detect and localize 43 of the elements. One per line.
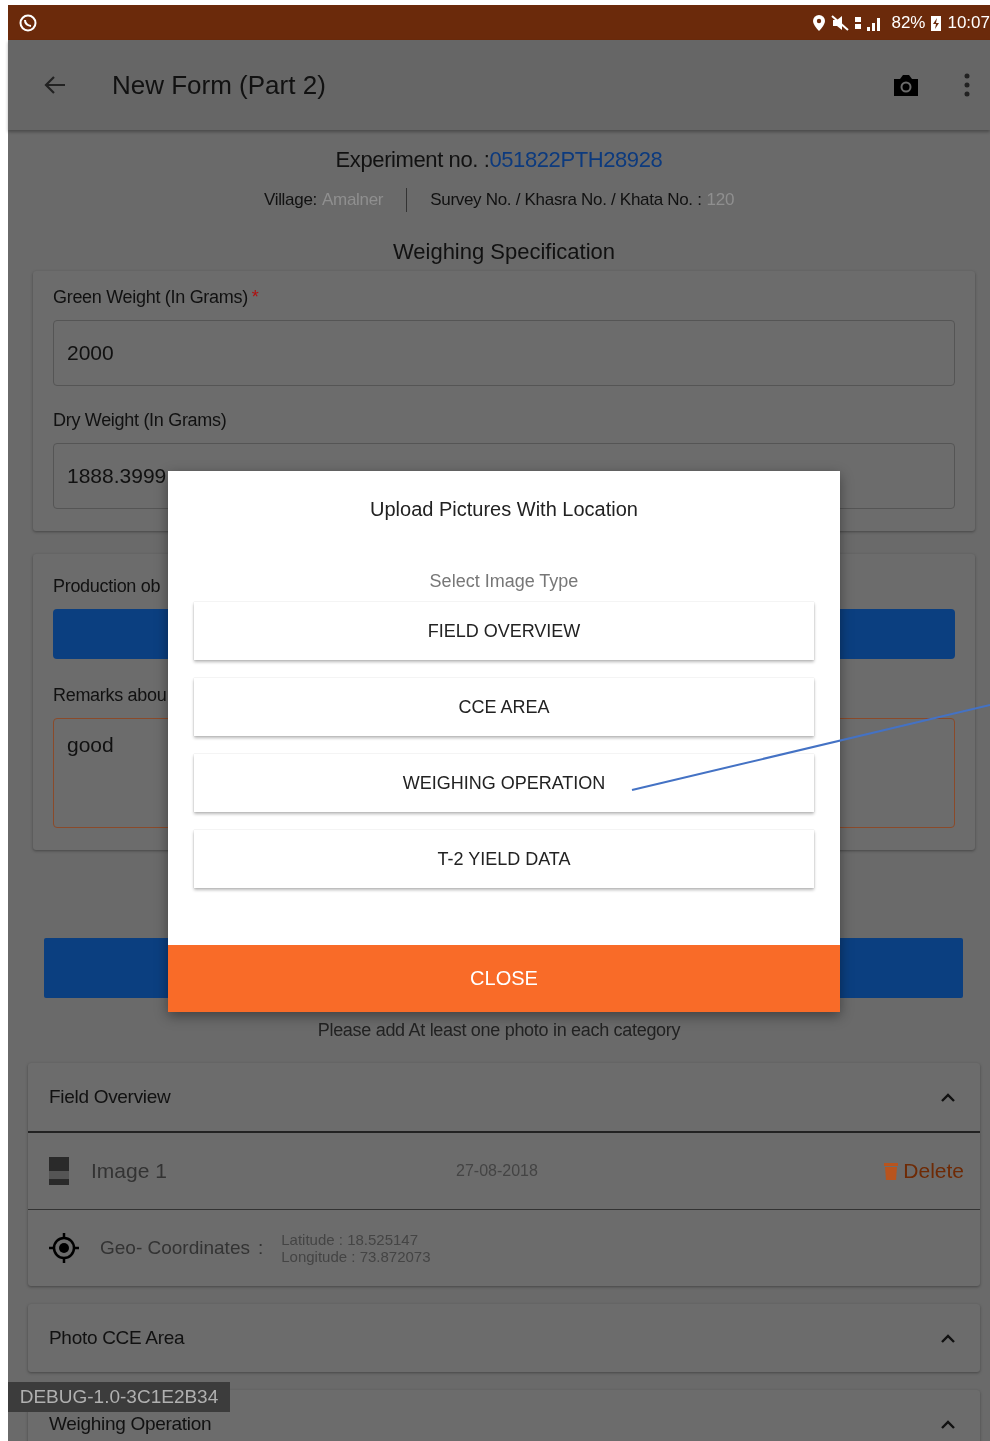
experiment-label: Experiment no. :: [335, 147, 490, 172]
village-label: Village:: [263, 190, 317, 210]
clock: 10:07: [947, 12, 990, 33]
chevron-icon[interactable]: [940, 1333, 956, 1343]
image-type-button[interactable]: FIELD OVERVIEW: [194, 602, 814, 660]
dialog-subtitle: Select Image Type: [428, 571, 580, 592]
trash-icon: [884, 1162, 899, 1180]
survey-label: Survey No. / Khasra No. / Khata No. :: [430, 190, 702, 210]
dialog-title: Upload Pictures With Location: [369, 498, 639, 521]
accordion-title[interactable]: Photo CCE Area: [49, 1327, 185, 1349]
hint-text: Please add At least one photo in each category: [316, 1020, 682, 1041]
geo-label: Geo- Coordinates: [100, 1237, 250, 1259]
close-button[interactable]: CLOSE: [168, 945, 840, 1012]
accordion-title[interactable]: Field Overview: [49, 1086, 171, 1108]
geo-separator: :: [257, 1237, 264, 1259]
image-type-button[interactable]: CCE AREA: [194, 678, 814, 736]
battery-icon: [931, 14, 942, 31]
chevron-icon[interactable]: [940, 1092, 956, 1102]
image-type-button[interactable]: T-2 YIELD DATA: [194, 830, 814, 888]
more-icon[interactable]: [964, 73, 970, 97]
experiment-number: 051822PTH28928: [489, 147, 663, 172]
battery-percent: 82%: [891, 12, 926, 33]
accordion-title[interactable]: Weighing Operation: [49, 1413, 212, 1435]
chevron-icon[interactable]: [940, 1419, 956, 1429]
required-mark: *: [251, 287, 259, 307]
chat-app-icon: [18, 12, 38, 33]
image-name: Image 1: [91, 1159, 168, 1183]
mute-icon: [831, 14, 850, 31]
field-label: Production ob: [53, 576, 161, 596]
field-label: Remarks abou: [53, 685, 167, 705]
camera-icon[interactable]: [892, 73, 920, 97]
back-icon[interactable]: [43, 75, 67, 95]
image-type-button[interactable]: WEIGHING OPERATION: [194, 754, 814, 812]
field-label: Green Weight (In Grams): [53, 287, 248, 307]
location-target-icon: [49, 1233, 79, 1263]
section-title: Weighing Specification: [391, 239, 617, 265]
location-icon: [813, 14, 826, 31]
thumbnail-icon: [49, 1157, 69, 1185]
input-field[interactable]: 2000: [53, 320, 955, 386]
debug-badge: DEBUG-1.0-3C1E2B34: [8, 1382, 230, 1412]
delete-button[interactable]: Delete: [884, 1159, 964, 1183]
field-label: Dry Weight (In Grams): [53, 410, 227, 430]
screen-title: New Form (Part 2): [112, 69, 327, 101]
